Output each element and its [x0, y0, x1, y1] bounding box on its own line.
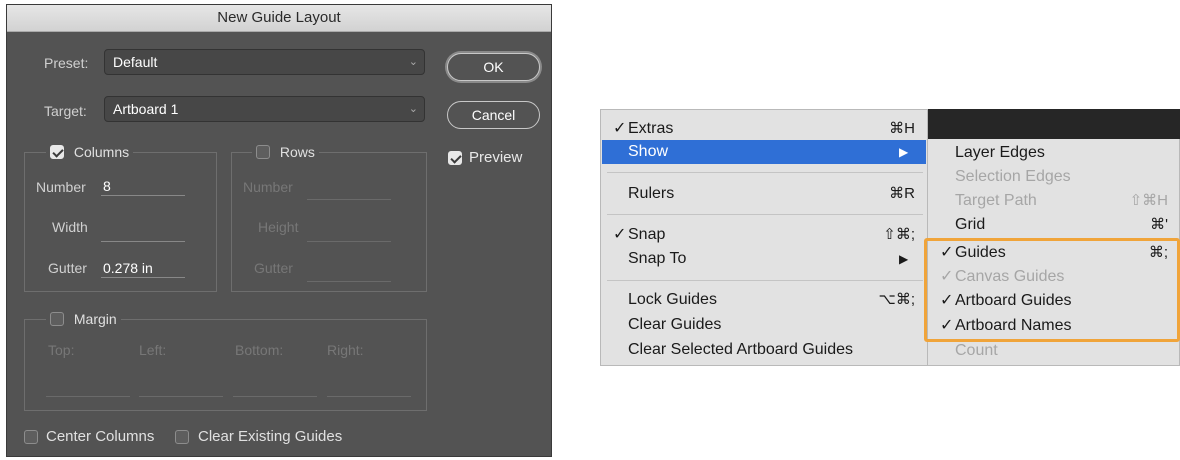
menu-separator [607, 214, 923, 215]
submenu-arrow-icon: ▶ [899, 145, 909, 159]
margin-label: Margin [73, 311, 117, 327]
center-columns-label: Center Columns [46, 428, 155, 445]
ok-button[interactable]: OK [447, 53, 540, 81]
rows-number-label: Number [243, 179, 293, 195]
preview-checkbox[interactable] [448, 151, 462, 165]
margin-top-input [46, 377, 130, 397]
margin-bottom-input [233, 377, 317, 397]
menu-item-clear-guides[interactable]: Clear Guides [628, 313, 721, 337]
menu-shortcut: ⌘R [889, 185, 915, 202]
columns-number-input[interactable]: 8 [101, 176, 185, 196]
menu-shortcut: ⇧⌘H [1129, 192, 1168, 209]
columns-gutter-label: Gutter [48, 260, 87, 276]
margin-right-label: Right: [327, 342, 364, 358]
rows-number-input [307, 180, 391, 200]
preview-label: Preview [469, 149, 523, 166]
preset-value: Default [113, 54, 158, 70]
columns-number-label: Number [36, 179, 86, 195]
menu-item-grid[interactable]: Grid [955, 213, 985, 237]
menu-shortcut: ⌘' [1150, 216, 1168, 233]
rows-legend: Rows [252, 144, 319, 160]
menu-item-label: Snap [628, 226, 666, 243]
menu-item-target-path: Target Path [955, 192, 1037, 209]
columns-width-input[interactable] [101, 222, 185, 242]
rows-height-input [307, 222, 391, 242]
margin-bottom-label: Bottom: [235, 342, 284, 358]
rows-gutter-input [307, 262, 391, 282]
menu-separator [607, 172, 923, 173]
clear-existing-guides-checkbox[interactable] [175, 430, 189, 444]
view-menu: ✓ Extras ⌘H Show ▶ Rulers ⌘R ✓ Snap ⇧⌘; … [600, 109, 928, 366]
margin-left-label: Left: [139, 342, 167, 358]
columns-gutter-input[interactable]: 0.278 in [101, 258, 185, 278]
clear-existing-guides-label: Clear Existing Guides [198, 428, 343, 445]
preset-label: Preset: [44, 55, 89, 71]
menu-item-label: Extras [628, 120, 674, 137]
menu-item-snap-to[interactable]: Snap To [628, 247, 686, 271]
menu-item-lock-guides[interactable]: Lock Guides [628, 288, 717, 312]
highlight-annotation-box [924, 238, 1180, 342]
columns-legend: Columns [46, 144, 134, 160]
menu-item-extras[interactable]: ✓ Extras [613, 117, 674, 141]
target-label: Target: [44, 103, 87, 119]
new-guide-layout-dialog: New Guide Layout Preset: Default ⌄ Targe… [6, 4, 552, 457]
menu-item-rulers[interactable]: Rulers [628, 182, 674, 206]
menu-item-selection-edges: Selection Edges [955, 168, 1071, 185]
rows-height-label: Height [258, 219, 299, 235]
target-value: Artboard 1 [113, 101, 179, 117]
menu-separator [607, 280, 923, 281]
checkmark-icon: ✓ [613, 226, 627, 243]
menu-shortcut: ⌘H [889, 120, 915, 137]
margin-left-input [139, 377, 223, 397]
margin-checkbox[interactable] [50, 312, 64, 326]
menu-item-layer-edges[interactable]: Layer Edges [955, 141, 1045, 165]
margin-legend: Margin [46, 311, 121, 327]
columns-checkbox[interactable] [50, 145, 64, 159]
center-columns-checkbox[interactable] [24, 430, 38, 444]
margin-top-label: Top: [48, 342, 75, 358]
menubar-background [927, 109, 1180, 139]
rows-gutter-label: Gutter [254, 260, 293, 276]
submenu-arrow-icon: ▶ [899, 252, 909, 266]
menu-item-show[interactable]: Show [628, 140, 668, 164]
cancel-button[interactable]: Cancel [447, 101, 540, 129]
target-select[interactable]: Artboard 1 ⌄ [104, 96, 425, 122]
margin-right-input [327, 377, 411, 397]
menu-item-count: Count [955, 342, 998, 359]
menu-shortcut: ⇧⌘; [883, 226, 915, 243]
margin-group [24, 319, 427, 411]
columns-width-label: Width [52, 219, 88, 235]
preset-select[interactable]: Default ⌄ [104, 49, 425, 75]
menu-shortcut: ⌥⌘; [878, 291, 915, 308]
chevron-down-icon: ⌄ [408, 103, 418, 115]
rows-label: Rows [279, 144, 315, 160]
checkmark-icon: ✓ [613, 120, 627, 137]
dialog-title: New Guide Layout [7, 5, 551, 32]
chevron-down-icon: ⌄ [408, 56, 418, 68]
menu-item-snap[interactable]: ✓ Snap [613, 223, 666, 247]
columns-label: Columns [73, 144, 130, 160]
rows-checkbox[interactable] [256, 145, 270, 159]
menu-item-clear-selected-artboard-guides[interactable]: Clear Selected Artboard Guides [628, 338, 853, 362]
